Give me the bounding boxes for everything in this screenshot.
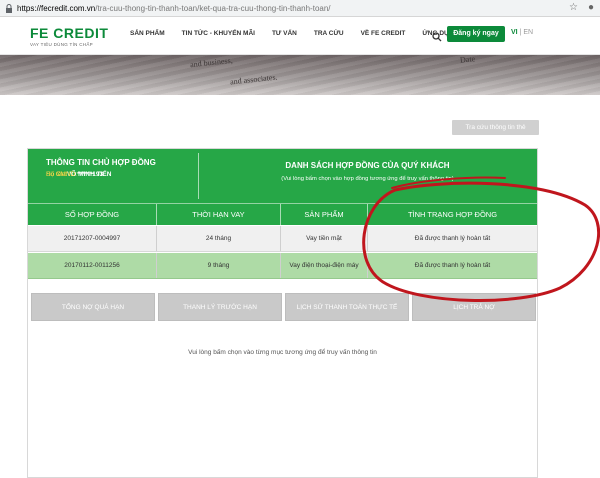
owner-id-label: Số CMND:: [46, 171, 78, 178]
browser-address-bar[interactable]: https://fecredit.com.vn/tra-cuu-thong-ti…: [0, 0, 600, 17]
table-header: SỐ HỢP ĐỒNG THỜI HẠN VAY SẢN PHẨM TÌNH T…: [28, 203, 537, 225]
fe-credit-logo[interactable]: FE CREDIT VAY TIÊU DÙNG TÍN CHẤP: [30, 26, 108, 47]
banner-paper-texture: [0, 55, 600, 95]
tab-payment-history[interactable]: LỊCH SỬ THANH TOÁN THỰC TẾ: [285, 293, 409, 321]
owner-id-value: ******193: [77, 171, 104, 178]
main-content: Tra cứu thông tin thẻ THÔNG TIN CHỦ HỢP …: [0, 95, 600, 478]
lang-vi[interactable]: VI: [511, 29, 518, 36]
cell-term: 9 tháng: [157, 253, 281, 278]
banner-image: and business, and associates. Date: [0, 55, 600, 95]
cell-contract-no: 20170112-0011256: [28, 253, 157, 278]
column-header-status: TÌNH TRẠNG HỢP ĐỒNG: [407, 210, 498, 219]
profile-icon[interactable]: ●: [588, 2, 594, 14]
tab-repayment-schedule[interactable]: LỊCH TRẢ NỢ: [412, 293, 536, 321]
lang-en[interactable]: EN: [523, 29, 533, 36]
cell-product: Vay điện thoại-điện máy: [281, 253, 368, 278]
column-header-term: THỜI HẠN VAY: [157, 204, 281, 225]
contract-list-subtitle: (Vui lòng bấm chọn vào hợp đồng tương ứn…: [281, 176, 454, 182]
logo-tagline: VAY TIÊU DÙNG TÍN CHẤP: [30, 42, 93, 47]
nav-item-products[interactable]: SẢN PHẨM: [130, 30, 165, 37]
nav-item-advice[interactable]: TƯ VẤN: [272, 30, 297, 37]
cell-product: Vay tiền mặt: [281, 226, 368, 251]
table-row[interactable]: 20171207-0004997 24 tháng Vay tiền mặt Đ…: [28, 226, 537, 252]
contract-panel: THÔNG TIN CHỦ HỢP ĐỒNG Họ tên: VÕ MINH T…: [27, 148, 538, 478]
logo-text: FE CREDIT: [30, 25, 109, 41]
panel-header: THÔNG TIN CHỦ HỢP ĐỒNG Họ tên: VÕ MINH T…: [28, 149, 537, 203]
main-nav: SẢN PHẨM TIN TỨC - KHUYẾN MÃI TƯ VẤN TRA…: [130, 30, 475, 37]
owner-id-row: Số CMND: ******193: [46, 171, 555, 197]
tab-info-text: Vui lòng bấm chọn vào từng mục tương ứng…: [188, 349, 377, 356]
url-host: https://fecredit.com.vn: [17, 3, 96, 13]
url-path: /tra-cuu-thong-tin-thanh-toan/ket-qua-tr…: [95, 3, 331, 13]
banner-text: Date: [459, 55, 476, 65]
column-header-contract-no: SỐ HỢP ĐỒNG: [28, 204, 157, 225]
nav-item-lookup[interactable]: TRA CỨU: [314, 30, 344, 37]
cell-term: 24 tháng: [157, 226, 281, 251]
nav-item-about[interactable]: VỀ FE CREDIT: [361, 30, 406, 37]
tab-overdue-debt[interactable]: TỔNG NỢ QUÁ HẠN: [31, 293, 155, 321]
cell-status: Đã được thanh lý hoàn tất: [414, 262, 491, 269]
owner-title: THÔNG TIN CHỦ HỢP ĐỒNG: [46, 158, 156, 167]
column-header-product: SẢN PHẨM: [281, 204, 368, 225]
cell-status: Đã được thanh lý hoàn tất: [414, 235, 491, 242]
owner-info: THÔNG TIN CHỦ HỢP ĐỒNG Họ tên: VÕ MINH T…: [46, 158, 156, 178]
contract-list-title: DANH SÁCH HỢP ĐỒNG CỦA QUÝ KHÁCH: [285, 161, 450, 170]
lang-separator: |: [519, 29, 522, 36]
language-switcher: VI | EN: [511, 29, 533, 36]
card-lookup-button[interactable]: Tra cứu thông tin thẻ: [452, 120, 539, 135]
lock-icon: [4, 3, 13, 13]
table-row-selected[interactable]: 20170112-0011256 9 tháng Vay điện thoại-…: [28, 253, 537, 279]
register-button[interactable]: Đăng ký ngay: [447, 26, 505, 42]
address-url[interactable]: https://fecredit.com.vn/tra-cuu-thong-ti…: [17, 4, 331, 13]
tab-early-settlement[interactable]: THANH LÝ TRƯỚC HẠN: [158, 293, 282, 321]
detail-tabs: TỔNG NỢ QUÁ HẠN THANH LÝ TRƯỚC HẠN LỊCH …: [31, 293, 536, 321]
star-icon[interactable]: ☆: [569, 2, 578, 14]
nav-item-news[interactable]: TIN TỨC - KHUYẾN MÃI: [182, 30, 255, 37]
site-header: FE CREDIT VAY TIÊU DÙNG TÍN CHẤP SẢN PHẨ…: [0, 17, 600, 55]
cell-contract-no: 20171207-0004997: [28, 226, 157, 251]
search-icon[interactable]: [432, 29, 442, 42]
